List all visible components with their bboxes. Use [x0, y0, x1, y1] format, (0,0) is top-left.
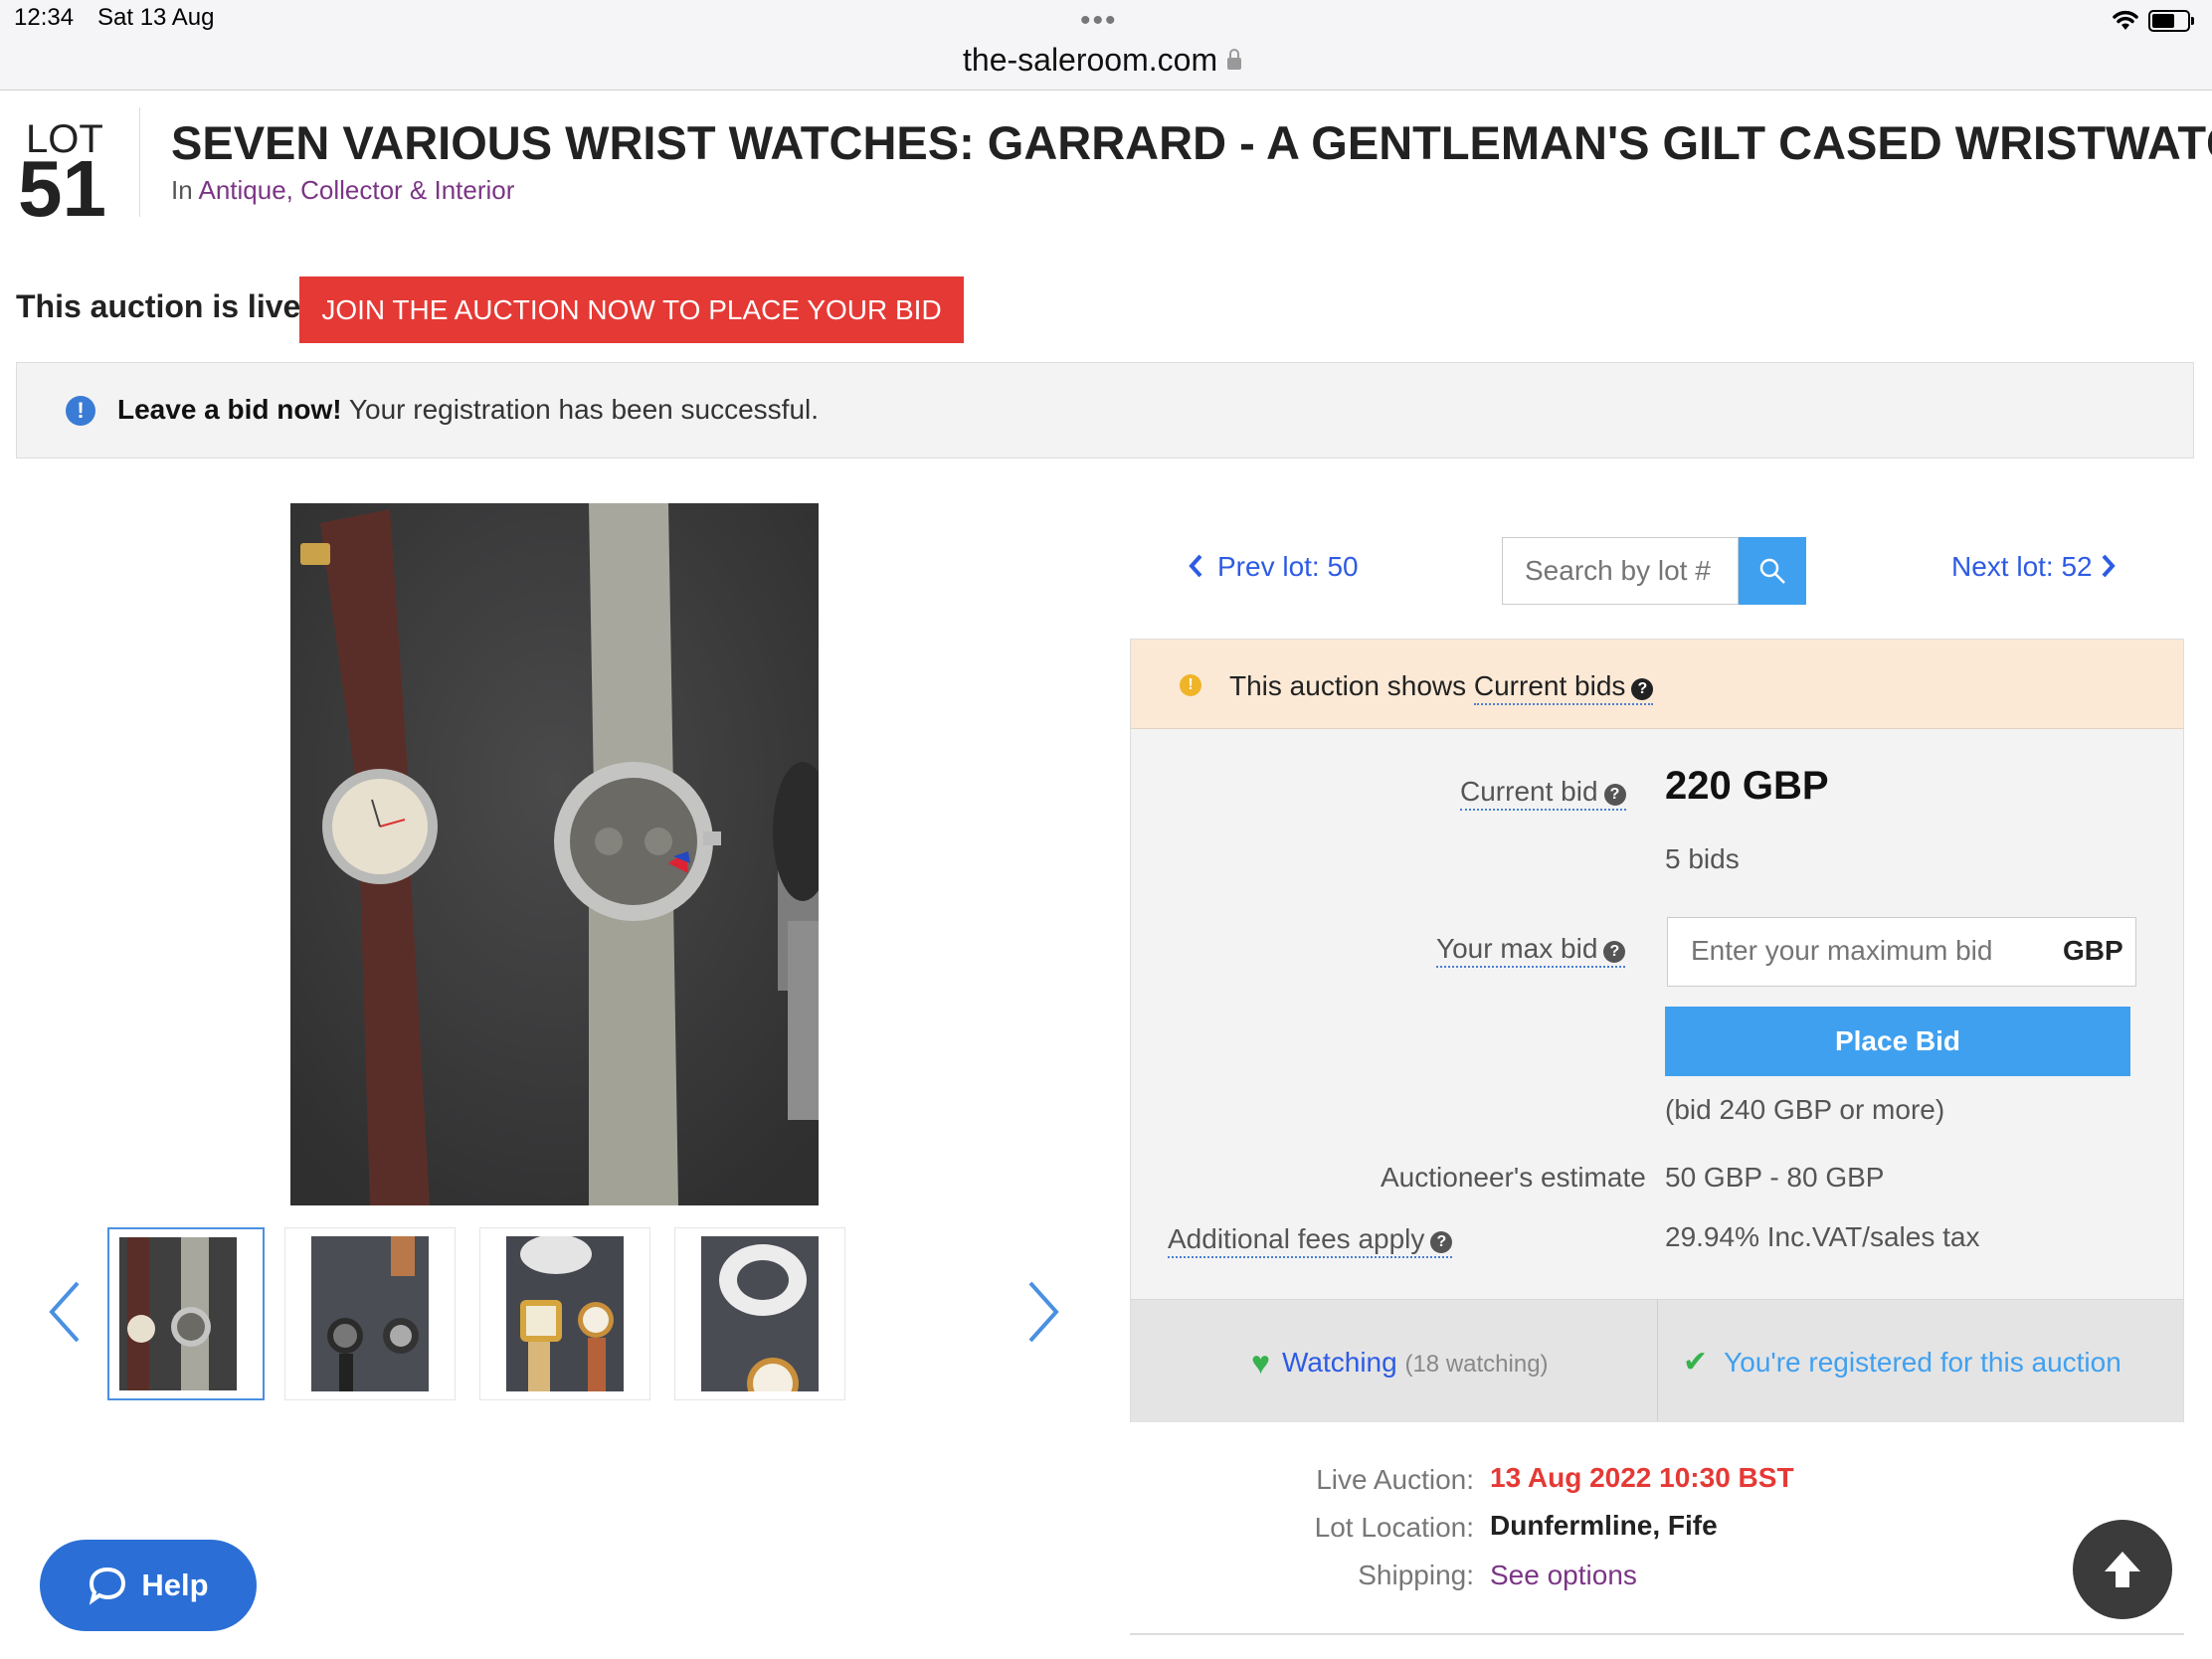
prev-lot-link[interactable]: Prev lot: 50: [1188, 551, 1359, 583]
registration-message: Leave a bid now! Your registration has b…: [117, 394, 819, 426]
chevron-right-icon: [2102, 554, 2116, 578]
info-icon: !: [66, 396, 95, 426]
help-circle-icon: ?: [1631, 678, 1654, 700]
warning-icon: !: [1180, 674, 1201, 696]
lot-main-image[interactable]: [290, 503, 819, 1205]
fees-label[interactable]: Additional fees apply?: [1168, 1223, 1453, 1258]
info-text: Your registration has been successful.: [348, 394, 820, 425]
current-bid-label-text: Current bid: [1460, 776, 1598, 807]
url-text: the-saleroom.com: [963, 42, 1218, 78]
thumbnail-2[interactable]: [284, 1227, 456, 1400]
category-prefix: In: [171, 175, 193, 205]
shipping-options-link[interactable]: See options: [1490, 1560, 1637, 1591]
chat-icon: [90, 1567, 126, 1605]
estimate-label: Auctioneer's estimate: [1381, 1162, 1646, 1193]
tab-dots-icon[interactable]: •••: [1080, 4, 1118, 38]
battery-icon: [2148, 10, 2194, 32]
category-link[interactable]: Antique, Collector & Interior: [198, 175, 514, 205]
lot-title: SEVEN VARIOUS WRIST WATCHES: GARRARD - A…: [171, 116, 2212, 169]
help-circle-icon: ?: [1603, 784, 1626, 806]
max-bid-label-text: Your max bid: [1436, 933, 1598, 964]
status-bar: 12:34 Sat 13 Aug ••• the-saleroom.com: [0, 0, 2212, 91]
watching-count: (18 watching): [1404, 1351, 1549, 1378]
place-bid-button[interactable]: Place Bid: [1665, 1007, 2130, 1076]
notice-prefix: This auction shows: [1229, 670, 1467, 701]
notice-link: Current bids: [1473, 670, 1626, 701]
lot-location-label: Lot Location:: [1314, 1512, 1474, 1543]
estimate-value: 50 GBP - 80 GBP: [1665, 1162, 1885, 1193]
fees-label-text: Additional fees apply: [1168, 1223, 1425, 1254]
watches-photo: [290, 503, 819, 1205]
thumbnail-1[interactable]: [107, 1227, 265, 1400]
watch-row-divider: [1657, 1299, 1658, 1421]
live-auction-label: Live Auction:: [1316, 1464, 1474, 1495]
fees-value: 29.94% Inc.VAT/sales tax: [1665, 1221, 1980, 1252]
search-icon: [1759, 558, 1785, 584]
chevron-right-icon: [1028, 1281, 1059, 1343]
divider: [1130, 1633, 2184, 1635]
min-bid-hint: (bid 240 GBP or more): [1665, 1094, 1945, 1125]
lot-category: In Antique, Collector & Interior: [171, 175, 514, 206]
max-bid-input[interactable]: [1691, 935, 2029, 967]
thumbnail-1-photo: [119, 1237, 237, 1390]
lot-number: 51: [18, 144, 106, 233]
status-date: Sat 13 Aug: [97, 4, 215, 31]
help-button[interactable]: Help: [40, 1540, 257, 1631]
lot-search-input[interactable]: [1502, 537, 1739, 605]
wifi-icon: [2113, 10, 2138, 30]
bid-count: 5 bids: [1665, 843, 1740, 874]
prev-lot-label: Prev lot: 50: [1217, 551, 1359, 582]
thumbnail-4-photo: [701, 1236, 819, 1391]
help-label: Help: [141, 1567, 209, 1602]
lot-divider: [139, 107, 140, 217]
join-auction-button[interactable]: JOIN THE AUCTION NOW TO PLACE YOUR BID: [299, 276, 964, 343]
thumbnail-image: [311, 1236, 429, 1391]
lock-icon: [1227, 49, 1242, 70]
lot-location-value: Dunfermline, Fife: [1490, 1510, 1718, 1541]
max-bid-currency: GBP: [2063, 935, 2123, 966]
registered-label: You're registered for this auction: [1724, 1347, 2121, 1378]
next-lot-label: Next lot: 52: [1951, 551, 2093, 582]
lot-search-button[interactable]: [1739, 537, 1806, 605]
notice-text: This auction shows Current bids?: [1229, 670, 1654, 705]
current-bids-tooltip[interactable]: Current bids?: [1473, 670, 1654, 705]
thumbnail-image: [701, 1236, 819, 1391]
thumbnail-2-photo: [311, 1236, 429, 1391]
scroll-top-button[interactable]: [2073, 1520, 2172, 1619]
shipping-label: Shipping:: [1358, 1560, 1474, 1590]
carousel-next-arrow[interactable]: [1024, 1277, 1064, 1358]
status-time: 12:34: [14, 4, 75, 31]
carousel-prev-arrow[interactable]: [44, 1277, 84, 1358]
help-circle-icon: ?: [1430, 1231, 1453, 1253]
address-bar[interactable]: the-saleroom.com: [963, 42, 1242, 79]
current-bid-value: 220 GBP: [1665, 764, 1829, 808]
next-lot-link[interactable]: Next lot: 52: [1951, 551, 2117, 583]
thumbnail-image: [119, 1237, 237, 1390]
chevron-left-icon: [49, 1281, 80, 1343]
thumbnail-4[interactable]: [674, 1227, 845, 1400]
chevron-left-icon: [1189, 554, 1202, 578]
arrow-up-icon: [2105, 1552, 2140, 1587]
live-auction-value: 13 Aug 2022 10:30 BST: [1490, 1462, 1794, 1493]
heart-icon: ♥: [1251, 1345, 1270, 1381]
thumbnail-3[interactable]: [479, 1227, 650, 1400]
max-bid-label[interactable]: Your max bid?: [1436, 933, 1626, 968]
registered-status: ✔ You're registered for this auction: [1683, 1345, 2121, 1380]
check-icon: ✔: [1683, 1346, 1709, 1379]
current-bid-label[interactable]: Current bid?: [1460, 776, 1626, 811]
watching-toggle[interactable]: ♥ Watching (18 watching): [1251, 1345, 1549, 1382]
thumbnail-3-photo: [506, 1236, 624, 1391]
auction-live-text: This auction is live!: [16, 288, 311, 324]
help-circle-icon: ?: [1603, 941, 1626, 963]
info-bold-text: Leave a bid now!: [117, 394, 342, 425]
thumbnail-image: [506, 1236, 624, 1391]
watching-label: Watching: [1282, 1347, 1397, 1378]
